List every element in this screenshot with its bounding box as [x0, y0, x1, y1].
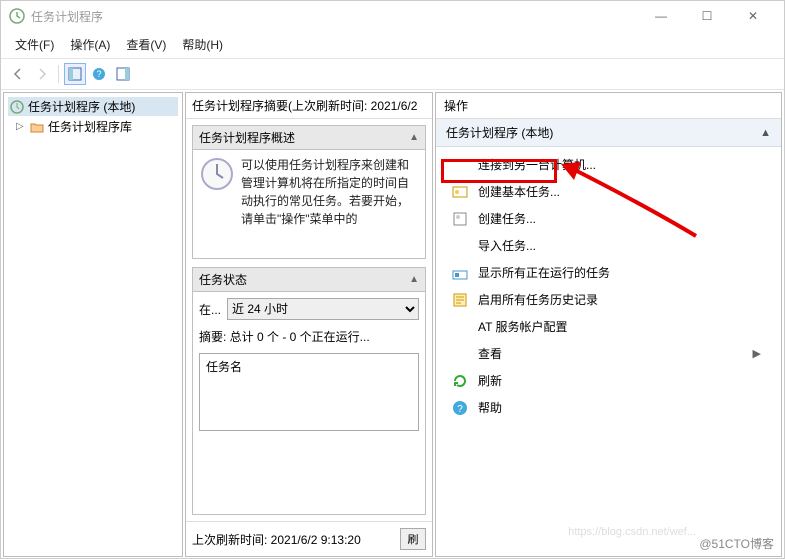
collapse-icon[interactable]: ▲ — [409, 274, 419, 285]
clock-icon — [10, 100, 24, 114]
action-connect[interactable]: 连接到另一台计算机... — [438, 151, 779, 178]
workspace: 任务计划程序 (本地) ▷ 任务计划程序库 任务计划程序摘要(上次刷新时间: 2… — [1, 90, 784, 559]
collapse-arrow-icon: ▲ — [760, 127, 771, 139]
svg-text:?: ? — [457, 404, 463, 415]
action-pane-button[interactable] — [112, 63, 134, 85]
action-create-task[interactable]: 创建任务... — [438, 205, 779, 232]
chevron-right-icon[interactable]: ▷ — [16, 121, 26, 132]
console-tree-button[interactable] — [64, 63, 86, 85]
watermark-url: https://blog.csdn.net/wef... — [568, 526, 696, 538]
overview-header[interactable]: 任务计划程序概述 ▲ — [193, 126, 425, 150]
menu-action[interactable]: 操作(A) — [62, 33, 118, 56]
center-footer: 上次刷新时间: 2021/6/2 9:13:20 刷 — [186, 521, 432, 556]
status-header[interactable]: 任务状态 ▲ — [193, 268, 425, 292]
blank-icon — [452, 319, 468, 335]
watermark: @51CTO博客 — [699, 535, 774, 552]
action-import-task[interactable]: 导入任务... — [438, 232, 779, 259]
actions-header: 操作 — [436, 93, 781, 119]
tree-root[interactable]: 任务计划程序 (本地) — [8, 97, 178, 116]
action-refresh-label: 刷新 — [478, 372, 502, 389]
console-tree: 任务计划程序 (本地) ▷ 任务计划程序库 — [3, 92, 183, 557]
center-pane: 任务计划程序摘要(上次刷新时间: 2021/6/2 任务计划程序概述 ▲ 可以使… — [185, 92, 433, 557]
status-label: 在... — [199, 301, 221, 318]
history-icon — [452, 292, 468, 308]
action-view-label: 查看 — [478, 345, 502, 362]
menu-bar: 文件(F) 操作(A) 查看(V) 帮助(H) — [1, 31, 784, 59]
action-help[interactable]: ? 帮助 — [438, 394, 779, 421]
menu-help[interactable]: 帮助(H) — [174, 33, 231, 56]
action-view[interactable]: 查看 ▶ — [438, 340, 779, 367]
action-at-label: AT 服务帐户配置 — [478, 318, 568, 335]
maximize-button[interactable]: ☐ — [684, 1, 730, 31]
action-help-label: 帮助 — [478, 399, 502, 416]
svg-text:?: ? — [96, 69, 101, 79]
forward-button[interactable] — [31, 63, 53, 85]
summary-header: 任务计划程序摘要(上次刷新时间: 2021/6/2 — [186, 93, 432, 119]
status-section: 任务状态 ▲ 在... 近 24 小时 摘要: 总计 0 个 - 0 个正在运行… — [192, 267, 426, 515]
last-refresh-text: 上次刷新时间: 2021/6/2 9:13:20 — [192, 531, 394, 548]
actions-list: 连接到另一台计算机... 创建基本任务... 创建任务... 导入任务... 显… — [436, 147, 781, 425]
action-at-config[interactable]: AT 服务帐户配置 — [438, 313, 779, 340]
action-create-basic-label: 创建基本任务... — [478, 183, 560, 200]
group-title: 任务计划程序 (本地) — [446, 124, 553, 141]
tree-library[interactable]: ▷ 任务计划程序库 — [8, 116, 178, 137]
app-clock-icon — [9, 8, 25, 24]
toolbar: ? — [1, 59, 784, 90]
chevron-right-icon: ▶ — [753, 347, 761, 360]
refresh-button[interactable]: 刷 — [400, 528, 426, 550]
action-history-label: 启用所有任务历史记录 — [478, 291, 598, 308]
close-button[interactable]: ✕ — [730, 1, 776, 31]
action-show-running[interactable]: 显示所有正在运行的任务 — [438, 259, 779, 286]
actions-pane: 操作 任务计划程序 (本地) ▲ 连接到另一台计算机... 创建基本任务... … — [435, 92, 782, 557]
running-icon — [452, 265, 468, 281]
action-create-basic-task[interactable]: 创建基本任务... — [438, 178, 779, 205]
overview-text: 可以使用任务计划程序来创建和管理计算机将在所指定的时间自动执行的常见任务。若要开… — [241, 156, 419, 252]
minimize-button[interactable]: — — [638, 1, 684, 31]
back-button[interactable] — [7, 63, 29, 85]
collapse-icon[interactable]: ▲ — [409, 132, 419, 143]
task-icon — [452, 211, 468, 227]
column-task-name: 任务名 — [206, 360, 242, 374]
action-import-label: 导入任务... — [478, 237, 536, 254]
title-bar: 任务计划程序 — ☐ ✕ — [1, 1, 784, 31]
tree-library-label: 任务计划程序库 — [48, 118, 132, 135]
menu-view[interactable]: 查看(V) — [118, 33, 174, 56]
action-refresh[interactable]: 刷新 — [438, 367, 779, 394]
action-connect-label: 连接到另一台计算机... — [478, 156, 596, 173]
wizard-icon — [452, 184, 468, 200]
window-title: 任务计划程序 — [31, 8, 638, 25]
action-show-running-label: 显示所有正在运行的任务 — [478, 264, 610, 281]
period-select[interactable]: 近 24 小时 — [227, 298, 419, 320]
actions-group-header[interactable]: 任务计划程序 (本地) ▲ — [436, 119, 781, 147]
help-icon: ? — [452, 400, 468, 416]
task-list[interactable]: 任务名 — [199, 353, 419, 431]
large-clock-icon — [199, 156, 235, 192]
refresh-icon — [452, 373, 468, 389]
summary-count: 摘要: 总计 0 个 - 0 个正在运行... — [199, 328, 419, 345]
status-title: 任务状态 — [199, 271, 247, 288]
toolbar-separator — [58, 65, 59, 83]
menu-file[interactable]: 文件(F) — [7, 33, 62, 56]
overview-title: 任务计划程序概述 — [199, 129, 295, 146]
blank-icon — [452, 238, 468, 254]
overview-section: 任务计划程序概述 ▲ 可以使用任务计划程序来创建和管理计算机将在所指定的时间自动… — [192, 125, 426, 259]
action-create-task-label: 创建任务... — [478, 210, 536, 227]
blank-icon — [452, 157, 468, 173]
blank-icon — [452, 346, 468, 362]
folder-icon — [30, 120, 44, 134]
help-toolbar-button[interactable]: ? — [88, 63, 110, 85]
tree-root-label: 任务计划程序 (本地) — [28, 98, 135, 115]
action-enable-history[interactable]: 启用所有任务历史记录 — [438, 286, 779, 313]
